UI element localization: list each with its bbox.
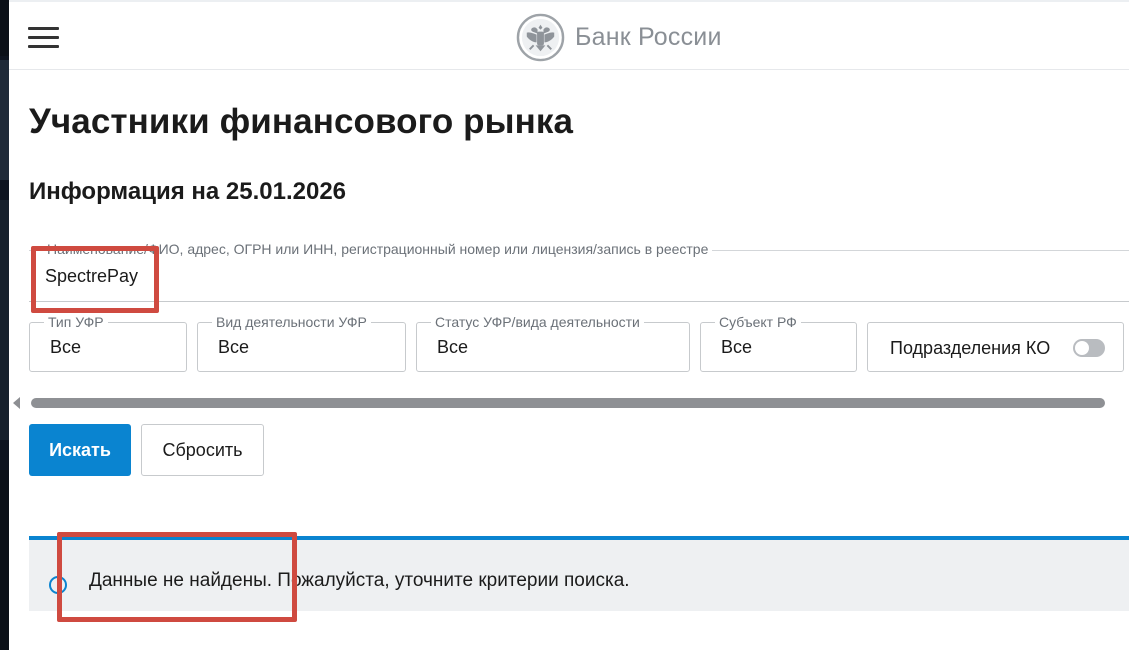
filter-label: Вид деятельности УФР (212, 314, 371, 330)
search-button[interactable]: Искать (29, 424, 131, 476)
info-circle-icon (49, 576, 67, 594)
filter-value: Все (721, 337, 753, 357)
filter-status[interactable]: Статус УФР/вида деятельности Все (416, 314, 690, 372)
scrollbar-thumb[interactable] (31, 398, 1105, 408)
filter-value: Все (50, 337, 82, 357)
search-field[interactable]: Наименование/ФИО, адрес, ОГРН или ИНН, р… (29, 241, 1129, 302)
filter-ufr-type[interactable]: Тип УФР Все (29, 314, 187, 372)
filter-activity-type[interactable]: Вид деятельности УФР Все (197, 314, 406, 372)
cbr-page: Банк России Участники финансового рынка … (9, 0, 1129, 650)
toggle-label: Подразделения КО (890, 338, 1051, 358)
branches-toggle-switch[interactable] (1073, 339, 1105, 357)
filter-region[interactable]: Субъект РФ Все (700, 314, 857, 372)
filter-value: Все (437, 337, 469, 357)
filter-label: Субъект РФ (715, 314, 801, 330)
reset-button[interactable]: Сбросить (141, 424, 264, 476)
search-input[interactable] (45, 266, 945, 287)
screenshot-stage: Банк России Участники финансового рынка … (0, 0, 1129, 650)
horizontal-scrollbar[interactable] (13, 396, 1123, 412)
bank-name: Банк России (575, 22, 722, 51)
page-title: Участники финансового рынка (29, 102, 574, 141)
window-left-edge (0, 0, 9, 650)
info-date-heading: Информация на 25.01.2026 (29, 178, 347, 205)
filter-label: Статус УФР/вида деятельности (431, 314, 644, 330)
bank-logo[interactable]: Банк России (516, 13, 722, 61)
scroll-left-arrow-icon[interactable] (13, 397, 20, 409)
hamburger-menu-icon[interactable] (28, 27, 59, 48)
no-results-text: Данные не найдены. Пожалуйста, уточните … (89, 570, 630, 591)
site-header: Банк России (9, 0, 1129, 70)
filter-label: Тип УФР (44, 314, 108, 330)
branches-toggle-box: Подразделения КО (867, 322, 1124, 372)
double-headed-eagle-emblem-icon (516, 13, 565, 61)
search-field-label: Наименование/ФИО, адрес, ОГРН или ИНН, р… (43, 241, 713, 257)
no-results-notice: Данные не найдены. Пожалуйста, уточните … (29, 536, 1129, 611)
filter-value: Все (218, 337, 250, 357)
